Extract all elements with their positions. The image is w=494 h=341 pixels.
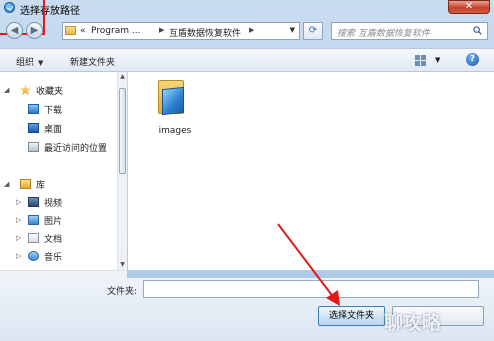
organize-menu[interactable]: 组织 ▼ bbox=[16, 55, 43, 68]
vertical-scrollbar[interactable]: ▲ ▼ bbox=[117, 72, 127, 270]
tree-label: 文档 bbox=[44, 235, 63, 245]
tree-label: 音乐 bbox=[44, 253, 63, 263]
library-icon bbox=[20, 179, 31, 189]
chevron-right-icon[interactable]: ▶ bbox=[249, 26, 254, 34]
tree-label: 桌面 bbox=[44, 125, 63, 135]
tree-item-pictures[interactable]: ▷ 图片 bbox=[0, 212, 117, 228]
back-button[interactable]: ◀ bbox=[6, 22, 23, 39]
back-arrow-icon: ◀ bbox=[10, 25, 19, 36]
tree-item-documents[interactable]: ▷ 文档 bbox=[0, 230, 117, 246]
scroll-down-icon[interactable]: ▼ bbox=[118, 260, 127, 270]
scrollbar-thumb[interactable] bbox=[119, 88, 126, 174]
organize-label: 组织 bbox=[16, 58, 35, 68]
expand-arrow-icon[interactable]: ▷ bbox=[16, 234, 21, 242]
folder-name: images bbox=[158, 126, 192, 136]
star-icon bbox=[20, 85, 31, 95]
documents-library-icon bbox=[28, 233, 39, 243]
breadcrumb-item-app[interactable]: 互盾数据恢复软件 bbox=[169, 26, 241, 39]
chevron-down-icon: ▼ bbox=[38, 59, 44, 67]
breadcrumb-overflow[interactable]: « bbox=[80, 26, 86, 36]
breadcrumb-item-program[interactable]: Program ... bbox=[91, 26, 140, 36]
recent-places-icon bbox=[28, 142, 39, 152]
expand-arrow-icon[interactable]: ◢ bbox=[4, 180, 9, 188]
forward-arrow-icon: ▶ bbox=[30, 25, 39, 36]
watermark-text: 聊攻略 bbox=[384, 312, 442, 334]
tree-item-music[interactable]: ▷ 音乐 bbox=[0, 248, 117, 264]
annotation-arrow-icon bbox=[277, 223, 340, 306]
search-icon bbox=[473, 26, 482, 35]
breadcrumb[interactable]: « Program ... ▶ 互盾数据恢复软件 ▶ ▼ bbox=[62, 22, 300, 40]
chevron-right-icon[interactable]: ▶ bbox=[159, 26, 164, 34]
tree-label: 下载 bbox=[44, 106, 63, 116]
command-toolbar: 组织 ▼ 新建文件夹 ▼ ? bbox=[0, 48, 494, 72]
navigation-bar: ◀ ▶ « Program ... ▶ 互盾数据恢复软件 ▶ ▼ ⟳ 搜索 互盾… bbox=[0, 18, 494, 44]
expand-arrow-icon[interactable]: ▷ bbox=[16, 252, 21, 260]
search-box[interactable]: 搜索 互盾数据恢复软件 bbox=[331, 22, 488, 40]
folder-field-label: 文件夹: bbox=[107, 287, 138, 297]
video-library-icon bbox=[28, 197, 39, 207]
folder-item[interactable]: images bbox=[150, 78, 200, 138]
folder-preview bbox=[162, 86, 184, 116]
refresh-icon: ⟳ bbox=[308, 25, 318, 36]
tree-label: 图片 bbox=[44, 217, 63, 227]
close-button[interactable]: ✕ bbox=[448, 0, 490, 14]
expand-arrow-icon[interactable]: ◢ bbox=[4, 86, 9, 94]
help-icon[interactable]: ? bbox=[466, 53, 479, 66]
tree-item-downloads[interactable]: 下载 bbox=[0, 101, 117, 117]
horizontal-scrollbar[interactable] bbox=[0, 270, 127, 278]
search-input[interactable]: 搜索 互盾数据恢复软件 bbox=[337, 26, 430, 39]
tree-label: 视频 bbox=[44, 199, 63, 209]
tree-item-desktop[interactable]: 桌面 bbox=[0, 120, 117, 136]
refresh-button[interactable]: ⟳ bbox=[303, 22, 323, 40]
music-library-icon bbox=[28, 251, 39, 261]
chevron-down-icon[interactable]: ▼ bbox=[290, 26, 295, 34]
tree-item-favorites[interactable]: ◢ 收藏夹 bbox=[0, 82, 117, 98]
tree-item-libraries[interactable]: ◢ 库 bbox=[0, 176, 117, 192]
forward-button[interactable]: ▶ bbox=[26, 22, 43, 39]
scroll-up-icon[interactable]: ▲ bbox=[118, 72, 127, 82]
view-options-icon[interactable] bbox=[415, 55, 426, 66]
view-dropdown-chevron-down-icon[interactable]: ▼ bbox=[435, 56, 440, 64]
tree-item-videos[interactable]: ▷ 视频 bbox=[0, 194, 117, 210]
expand-arrow-icon[interactable]: ▷ bbox=[16, 198, 21, 206]
tree-label: 最近访问的位置 bbox=[44, 144, 108, 154]
expand-arrow-icon[interactable]: ▷ bbox=[16, 216, 21, 224]
tree-label: 库 bbox=[36, 181, 46, 191]
folder-icon bbox=[65, 26, 76, 35]
new-folder-button[interactable]: 新建文件夹 bbox=[70, 55, 115, 68]
navigation-pane: ◢ 收藏夹 下载 桌面 最近访问的位置 ◢ 库 ▷ 视频 ▷ 图片 ▷ 文档 ▷… bbox=[0, 72, 127, 270]
dialog-window: 选择存放路径 ✕ ◀ ▶ « Program ... ▶ 互盾数据恢复软件 ▶ … bbox=[0, 0, 494, 341]
pictures-library-icon bbox=[28, 215, 39, 225]
download-folder-icon bbox=[28, 104, 39, 114]
title-bar: 选择存放路径 ✕ bbox=[0, 0, 494, 17]
tree-item-recent[interactable]: 最近访问的位置 bbox=[0, 139, 117, 155]
desktop-icon bbox=[28, 123, 39, 133]
tree-label: 收藏夹 bbox=[36, 87, 64, 97]
